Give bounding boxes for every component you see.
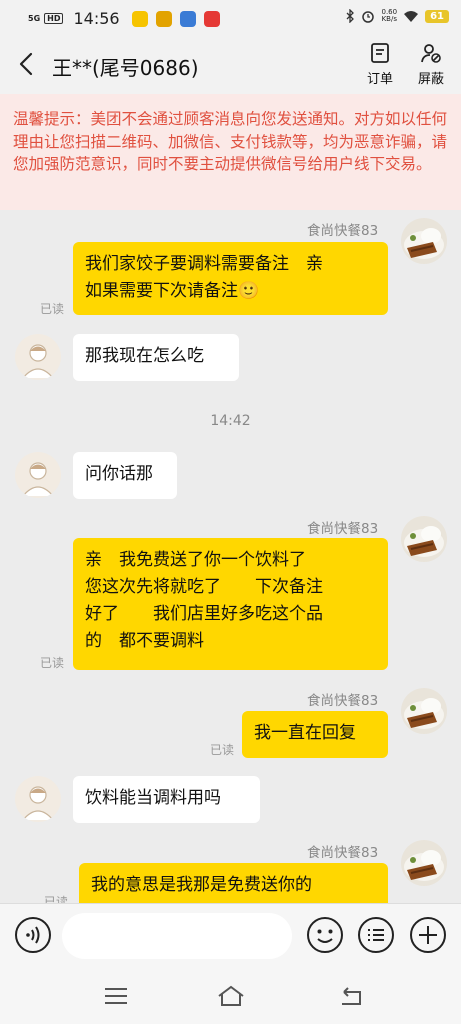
back-arrow-icon[interactable]: [14, 50, 42, 78]
notification-app-icon: [203, 10, 220, 27]
clock: 14:56: [73, 9, 120, 28]
message-line: 的 都不要调料: [85, 631, 204, 651]
customer-avatar: [15, 776, 61, 822]
message-line: 亲 我免费送了你一个饮料了: [85, 550, 306, 570]
person-avatar-icon: [22, 786, 54, 821]
read-receipt: 已读: [40, 656, 65, 670]
message-line: 我一直在回复: [254, 723, 356, 743]
chat-title: 王**(尾号0686): [52, 56, 199, 80]
food-image-icon: [404, 850, 444, 881]
message-timestamp: 14:42: [210, 413, 251, 429]
merchant-message-bubble[interactable]: 我一直在回复: [242, 711, 388, 758]
message-line: 饮料能当调料用吗: [85, 788, 221, 808]
merchant-avatar: [401, 840, 447, 886]
customer-avatar: [15, 452, 61, 498]
alarm-icon: [362, 11, 375, 23]
message-line: 我的意思是我那是免费送你的: [91, 875, 312, 895]
order-label: 订单: [366, 72, 393, 87]
sender-name: 食尚快餐83: [307, 845, 379, 861]
merchant-message-bubble[interactable]: 亲 我免费送了你一个饮料了 您这次先将就吃了 下次备注 好了 我们店里好多吃这个…: [73, 538, 388, 670]
read-receipt: 已读: [210, 743, 235, 757]
network-indicator: 5G: [28, 14, 41, 23]
person-avatar-icon: [22, 344, 54, 379]
order-button[interactable]: 订单: [360, 42, 400, 87]
system-nav-bar: [0, 969, 461, 1024]
sender-name: 食尚快餐83: [307, 693, 379, 709]
message-input[interactable]: [62, 913, 292, 959]
plus-icon[interactable]: [409, 916, 447, 954]
nav-back-icon[interactable]: [338, 984, 366, 1008]
order-icon: [371, 43, 389, 63]
notification-app-icon: [155, 10, 172, 27]
battery-indicator: 61: [425, 9, 449, 23]
voice-icon[interactable]: [14, 916, 52, 954]
block-user-icon: [421, 44, 441, 63]
hd-indicator: HD: [44, 13, 64, 24]
customer-message-bubble[interactable]: 那我现在怎么吃: [73, 334, 239, 381]
customer-message-bubble[interactable]: 问你话那: [73, 452, 177, 499]
merchant-avatar: [401, 516, 447, 562]
speed-unit: KB/s: [381, 15, 397, 23]
chat-header: 王**(尾号0686) 订单 屏蔽: [0, 36, 461, 94]
sender-name: 食尚快餐83: [307, 521, 379, 537]
food-image-icon: [404, 526, 444, 557]
message-line: 那我现在怎么吃: [85, 346, 204, 366]
customer-avatar: [15, 334, 61, 380]
message-line: 好了 我们店里好多吃这个品: [85, 604, 323, 624]
emoji-icon[interactable]: [306, 916, 344, 954]
sender-name: 食尚快餐83: [307, 223, 379, 239]
wifi-icon: [404, 11, 419, 22]
notification-app-icon: [179, 10, 196, 27]
food-image-icon: [404, 228, 444, 259]
merchant-avatar: [401, 218, 447, 264]
merchant-avatar: [401, 688, 447, 734]
message-line: 我们家饺子要调料需要备注 亲: [85, 254, 323, 274]
block-label: 屏蔽: [417, 72, 444, 87]
read-receipt: 已读: [40, 302, 65, 316]
bluetooth-icon: [347, 9, 355, 23]
status-bar: 5G HD 14:56 0.60 KB/s 61: [0, 0, 461, 36]
merchant-message-bubble[interactable]: 我们家饺子要调料需要备注 亲 如果需要下次请备注🙂: [73, 242, 388, 315]
quick-reply-icon[interactable]: [357, 916, 395, 954]
input-bar: [0, 903, 461, 969]
block-button[interactable]: 屏蔽: [411, 42, 451, 87]
nav-menu-icon[interactable]: [102, 984, 130, 1008]
message-line: 您这次先将就吃了 下次备注: [85, 577, 323, 597]
person-avatar-icon: [22, 462, 54, 497]
notification-app-icon: [131, 10, 148, 27]
network-speed: 0.60 KB/s: [381, 9, 397, 23]
message-line: 如果需要下次请备注🙂: [85, 281, 260, 301]
safety-notice: 温馨提示：美团不会通过顾客消息向您发送通知。对方如以任何理由让您扫描二维码、加微…: [0, 94, 461, 210]
customer-message-bubble[interactable]: 饮料能当调料用吗: [73, 776, 260, 823]
message-line: 问你话那: [85, 464, 153, 484]
food-image-icon: [404, 698, 444, 729]
nav-home-icon[interactable]: [217, 984, 245, 1008]
